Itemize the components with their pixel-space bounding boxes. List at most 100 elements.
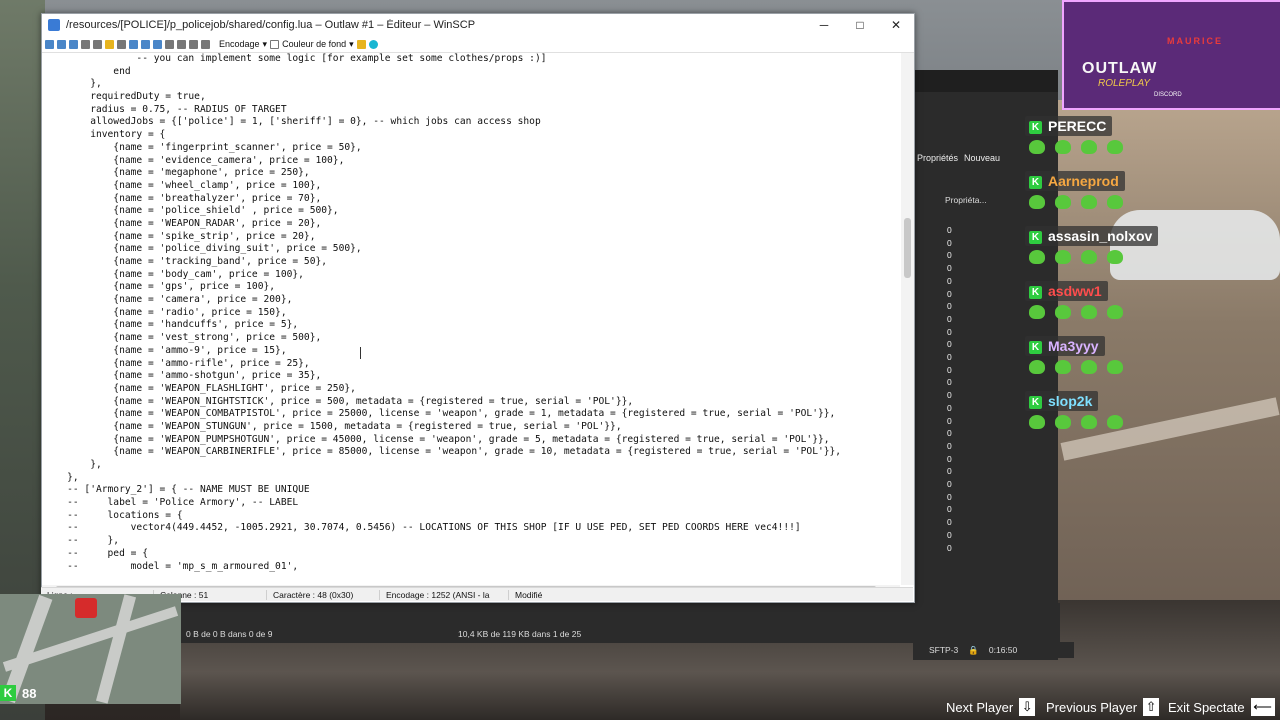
logo-outlaw: OUTLAW [1082,60,1158,77]
save-icon[interactable] [45,39,54,49]
code-line[interactable]: {name = 'breathalyzer', price = 70}, [42,193,900,206]
code-line[interactable]: {name = 'police_diving_suit', price = 50… [42,243,900,256]
file-property-value: 0 [947,326,952,337]
player-name-tag: K PERECC [1025,116,1113,136]
cut-icon[interactable] [81,39,90,49]
vertical-scroll-thumb[interactable] [904,218,911,278]
select-all-icon[interactable] [129,39,138,49]
code-line[interactable]: {name = 'evidence_camera', price = 100}, [42,155,900,168]
code-line[interactable]: {name = 'spike_strip', price = 20}, [42,231,900,244]
close-button[interactable]: ✕ [878,18,914,32]
emote-icon [1055,140,1071,154]
arrow-down-icon: ⇩ [1019,698,1036,716]
color-swatch-icon[interactable] [270,39,280,49]
emote-icon [1107,360,1123,374]
code-line[interactable]: {name = 'tracking_band', price = 50}, [42,256,900,269]
player-name: asdww1 [1048,283,1102,299]
emote-icon [1081,250,1097,264]
server-logo: OUTLAW ROLEPLAY MAURICE DISCORD [1062,0,1280,110]
code-line[interactable]: {name = 'ammo-9', price = 15}, [42,345,900,358]
find-icon[interactable] [165,39,174,49]
code-line[interactable]: radius = 0.75, -- RADIUS OF TARGET [42,104,900,117]
code-line[interactable]: requiredDuty = true, [42,91,900,104]
code-line[interactable]: {name = 'gps', price = 100}, [42,281,900,294]
code-line[interactable]: {name = 'body_cam', price = 100}, [42,269,900,282]
encoding-menu[interactable]: Encodage [219,39,260,49]
background-color-menu[interactable]: Couleur de fond [282,39,346,49]
delete-icon[interactable] [117,39,126,49]
emote-icon [1029,415,1045,429]
code-line[interactable]: inventory = { [42,129,900,142]
code-line[interactable]: }, [42,78,900,91]
file-property-value: 0 [947,250,952,261]
replace-icon[interactable] [177,39,186,49]
code-line[interactable]: {name = 'WEAPON_PUMPSHOTGUN', price = 45… [42,434,900,447]
minimize-button[interactable]: ─ [806,18,842,32]
file-property-value: 0 [947,339,952,350]
code-editor[interactable]: -- you can implement some logic [for exa… [42,53,900,585]
save-all-icon[interactable] [57,39,66,49]
code-line[interactable]: {name = 'WEAPON_RADAR', price = 20}, [42,218,900,231]
code-line[interactable]: }, [42,472,900,485]
file-property-value: 0 [947,504,952,515]
arrow-up-icon: ⇧ [1143,698,1160,716]
properties-column-header[interactable]: Propriéta... [945,195,987,205]
code-line[interactable]: allowedJobs = {['police'] = 1, ['sheriff… [42,116,900,129]
file-property-value: 0 [947,364,952,375]
code-line[interactable]: {name = 'WEAPON_CARBINERIFLE', price = 8… [42,446,900,459]
player-entry: K Ma3yyy [1025,336,1165,391]
code-line[interactable]: -- locations = { [42,510,900,523]
code-line[interactable]: end [42,66,900,79]
code-line[interactable]: -- vector4(449.4452, -1005.2921, 30.7074… [42,522,900,535]
code-line[interactable]: -- you can implement some logic [for exa… [42,53,900,66]
reload-icon[interactable] [69,39,78,49]
copy-icon[interactable] [93,39,102,49]
chevron-down-icon[interactable]: ▾ [263,39,268,50]
next-player-hint: Next Player ⇩ [946,698,1036,716]
emote-icon [1055,305,1071,319]
maximize-button[interactable]: □ [842,18,878,32]
emote-icon [1107,415,1123,429]
code-line[interactable]: {name = 'handcuffs', price = 5}, [42,319,900,332]
properties-button[interactable]: Propriétés [917,153,958,163]
code-line[interactable]: {name = 'police_shield' , price = 500}, [42,205,900,218]
code-line[interactable]: {name = 'radio', price = 150}, [42,307,900,320]
code-line[interactable]: {name = 'ammo-shotgun', price = 35}, [42,370,900,383]
code-line[interactable]: -- ['Armory_2'] = { -- NAME MUST BE UNIQ… [42,484,900,497]
code-line[interactable]: {name = 'vest_strong', price = 500}, [42,332,900,345]
file-property-value: 0 [947,453,952,464]
player-name-tag: Kassasin_nolxov [1025,226,1159,246]
code-line[interactable]: {name = 'fingerprint_scanner', price = 5… [42,142,900,155]
code-line[interactable]: {name = 'WEAPON_COMBATPISTOL', price = 2… [42,408,900,421]
file-property-value: 0 [947,288,952,299]
code-line[interactable]: -- label = 'Police Armory', -- LABEL [42,497,900,510]
file-property-value: 0 [947,352,952,362]
code-line[interactable]: {name = 'WEAPON_FLASHLIGHT', price = 250… [42,383,900,396]
file-property-value: 0 [947,225,952,235]
new-button[interactable]: Nouveau [964,153,1000,163]
transfer-status-bar: 0 B de 0 B dans 0 de 9 10,4 KB de 119 KB… [180,603,1060,643]
code-line[interactable]: {name = 'megaphone', price = 250}, [42,167,900,180]
code-line[interactable]: -- ped = { [42,548,900,561]
vertical-scrollbar[interactable] [901,53,914,585]
settings-icon[interactable] [356,39,366,49]
player-entry: K Aarneprod [1025,171,1165,226]
code-line[interactable]: {name = 'WEAPON_STUNGUN', price = 1500, … [42,421,900,434]
redo-icon[interactable] [153,39,162,49]
find-next-icon[interactable] [189,39,198,49]
health-display: K 88 [0,683,60,703]
player-entry: Kslop2k [1025,391,1165,446]
player-name-tag: Kslop2k [1025,391,1099,411]
code-line[interactable]: -- model = 'mp_s_m_armoured_01', [42,561,900,574]
code-line[interactable]: {name = 'WEAPON_NIGHTSTICK', price = 500… [42,396,900,409]
undo-icon[interactable] [141,39,150,49]
paste-icon[interactable] [105,39,114,49]
goto-line-icon[interactable] [201,39,210,49]
code-line[interactable]: {name = 'ammo-rifle', price = 25}, [42,358,900,371]
code-line[interactable]: -- }, [42,535,900,548]
help-icon[interactable] [368,39,378,49]
code-line[interactable]: {name = 'camera', price = 200}, [42,294,900,307]
chevron-down-icon[interactable]: ▾ [349,39,354,50]
code-line[interactable]: }, [42,459,900,472]
code-line[interactable]: {name = 'wheel_clamp', price = 100}, [42,180,900,193]
